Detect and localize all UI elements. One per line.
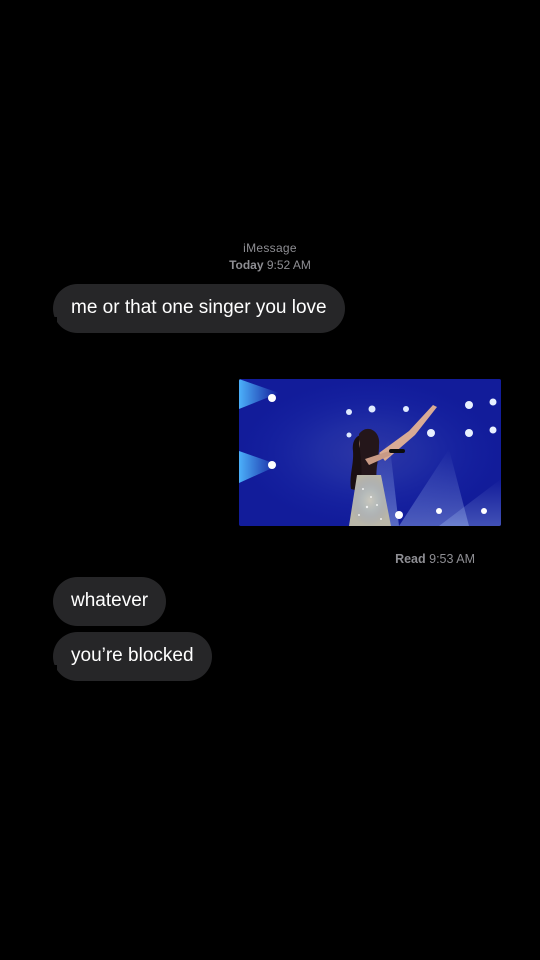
message-text: you’re blocked [71,645,194,666]
timestamp-time: 9:52 AM [266,258,311,272]
incoming-message-bubble[interactable]: whatever [53,577,167,626]
incoming-message-bubble[interactable]: you’re blocked [41,632,212,687]
read-receipt: Read 9:53 AM [395,552,475,566]
conversation-timestamp: Today 9:52 AM [0,257,540,274]
read-label: Read [395,552,426,566]
outgoing-image-message[interactable] [239,379,501,526]
conversation-header: iMessage Today 9:52 AM [0,240,540,274]
timestamp-day: Today [229,258,264,272]
incoming-message-bubble[interactable]: me or that one singer you love [41,284,345,339]
read-time: 9:53 AM [429,552,475,566]
message-text: whatever [71,590,149,611]
message-text: me or that one singer you love [71,297,327,318]
service-label: iMessage [243,241,297,255]
singer-photo [239,379,501,526]
